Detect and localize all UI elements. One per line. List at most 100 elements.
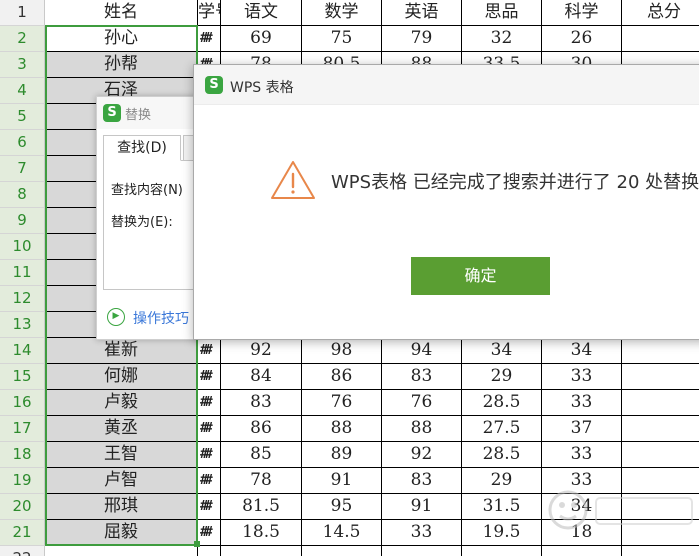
row-header[interactable]: 20	[0, 494, 45, 520]
column-header-science[interactable]: 科学	[542, 0, 622, 26]
row-header[interactable]: 12	[0, 286, 45, 312]
ok-button[interactable]: 确定	[411, 257, 550, 295]
cell-name[interactable]: 孙心	[45, 26, 198, 52]
cell-id[interactable]: ##	[198, 442, 221, 468]
row-header[interactable]: 3	[0, 52, 45, 78]
message-dialog-titlebar[interactable]: S WPS 表格	[194, 65, 699, 105]
cell-math[interactable]: 76	[302, 390, 382, 416]
cell-total[interactable]	[622, 494, 699, 520]
cell-total[interactable]	[622, 26, 699, 52]
column-header-total[interactable]: 总分	[622, 0, 699, 26]
row-header[interactable]: 7	[0, 156, 45, 182]
cell-politics[interactable]: 27.5	[462, 416, 542, 442]
cell-science[interactable]: 18	[542, 520, 622, 546]
cell-total[interactable]	[622, 442, 699, 468]
row-header[interactable]: 19	[0, 468, 45, 494]
cell-total[interactable]	[622, 364, 699, 390]
cell-name[interactable]: 孙帮	[45, 52, 198, 78]
cell-id[interactable]: ##	[198, 520, 221, 546]
cell-politics[interactable]	[462, 546, 542, 556]
column-header-english[interactable]: 英语	[382, 0, 462, 26]
cell-name[interactable]: 王智	[45, 442, 198, 468]
cell-math[interactable]: 88	[302, 416, 382, 442]
cell-total[interactable]	[622, 546, 699, 556]
cell-english[interactable]: 83	[382, 468, 462, 494]
cell-english[interactable]: 79	[382, 26, 462, 52]
cell-chinese[interactable]: 78	[221, 468, 302, 494]
cell-total[interactable]	[622, 468, 699, 494]
row-header[interactable]: 2	[0, 26, 45, 52]
cell-english[interactable]: 88	[382, 416, 462, 442]
cell-chinese[interactable]: 85	[221, 442, 302, 468]
cell-name[interactable]: 黄丞	[45, 416, 198, 442]
cell-english[interactable]: 92	[382, 442, 462, 468]
row-header[interactable]: 11	[0, 260, 45, 286]
cell-name[interactable]: 屈毅	[45, 520, 198, 546]
cell-name[interactable]: 卢智	[45, 468, 198, 494]
row-header-1[interactable]: 1	[0, 0, 45, 26]
tab-find[interactable]: 查找(D)	[103, 135, 181, 161]
row-header[interactable]: 6	[0, 130, 45, 156]
cell-chinese[interactable]: 69	[221, 26, 302, 52]
row-header[interactable]: 22	[0, 546, 45, 556]
cell-chinese[interactable]: 86	[221, 416, 302, 442]
cell-science[interactable]: 34	[542, 338, 622, 364]
cell-politics[interactable]: 28.5	[462, 442, 542, 468]
cell-name[interactable]: 卢毅	[45, 390, 198, 416]
cell-id[interactable]: ##	[198, 390, 221, 416]
row-header[interactable]: 9	[0, 208, 45, 234]
cell-english[interactable]: 94	[382, 338, 462, 364]
cell-name[interactable]: 邢琪	[45, 494, 198, 520]
cell-science[interactable]: 33	[542, 468, 622, 494]
cell-chinese[interactable]: 81.5	[221, 494, 302, 520]
cell-id[interactable]: ##	[198, 26, 221, 52]
row-header[interactable]: 21	[0, 520, 45, 546]
row-header[interactable]: 14	[0, 338, 45, 364]
cell-name[interactable]: 何娜	[45, 364, 198, 390]
cell-total[interactable]	[622, 338, 699, 364]
cell-name[interactable]: 崔新	[45, 338, 198, 364]
cell-politics[interactable]: 29	[462, 468, 542, 494]
cell-science[interactable]: 33	[542, 390, 622, 416]
cell-science[interactable]	[542, 546, 622, 556]
cell-math[interactable]: 95	[302, 494, 382, 520]
play-circle-icon[interactable]: ▶	[107, 308, 125, 326]
cell-id[interactable]: ##	[198, 416, 221, 442]
column-header-id[interactable]: 学号	[198, 0, 221, 26]
column-header-politics[interactable]: 思品	[462, 0, 542, 26]
cell-math[interactable]: 98	[302, 338, 382, 364]
cell-math[interactable]: 89	[302, 442, 382, 468]
cell-chinese[interactable]: 92	[221, 338, 302, 364]
row-header[interactable]: 8	[0, 182, 45, 208]
cell-english[interactable]: 83	[382, 364, 462, 390]
cell-science[interactable]: 33	[542, 442, 622, 468]
cell-name[interactable]	[45, 546, 198, 556]
cell-english[interactable]: 76	[382, 390, 462, 416]
cell-politics[interactable]: 29	[462, 364, 542, 390]
cell-politics[interactable]: 32	[462, 26, 542, 52]
cell-chinese[interactable]: 18.5	[221, 520, 302, 546]
cell-science[interactable]: 33	[542, 364, 622, 390]
cell-english[interactable]: 91	[382, 494, 462, 520]
operation-tips-link[interactable]: 操作技巧	[133, 308, 189, 328]
cell-total[interactable]	[622, 390, 699, 416]
cell-politics[interactable]: 19.5	[462, 520, 542, 546]
cell-total[interactable]	[622, 416, 699, 442]
row-header[interactable]: 15	[0, 364, 45, 390]
row-header[interactable]: 16	[0, 390, 45, 416]
cell-politics[interactable]: 34	[462, 338, 542, 364]
row-header[interactable]: 17	[0, 416, 45, 442]
cell-id[interactable]: ##	[198, 494, 221, 520]
cell-math[interactable]: 14.5	[302, 520, 382, 546]
cell-math[interactable]	[302, 546, 382, 556]
cell-politics[interactable]: 28.5	[462, 390, 542, 416]
row-header[interactable]: 5	[0, 104, 45, 130]
cell-politics[interactable]: 31.5	[462, 494, 542, 520]
fill-handle[interactable]	[194, 541, 200, 547]
column-header-math[interactable]: 数学	[302, 0, 382, 26]
replace-dialog-titlebar[interactable]: S 替换	[97, 97, 200, 129]
cell-math[interactable]: 75	[302, 26, 382, 52]
cell-math[interactable]: 91	[302, 468, 382, 494]
cell-chinese[interactable]	[221, 546, 302, 556]
cell-total[interactable]	[622, 520, 699, 546]
